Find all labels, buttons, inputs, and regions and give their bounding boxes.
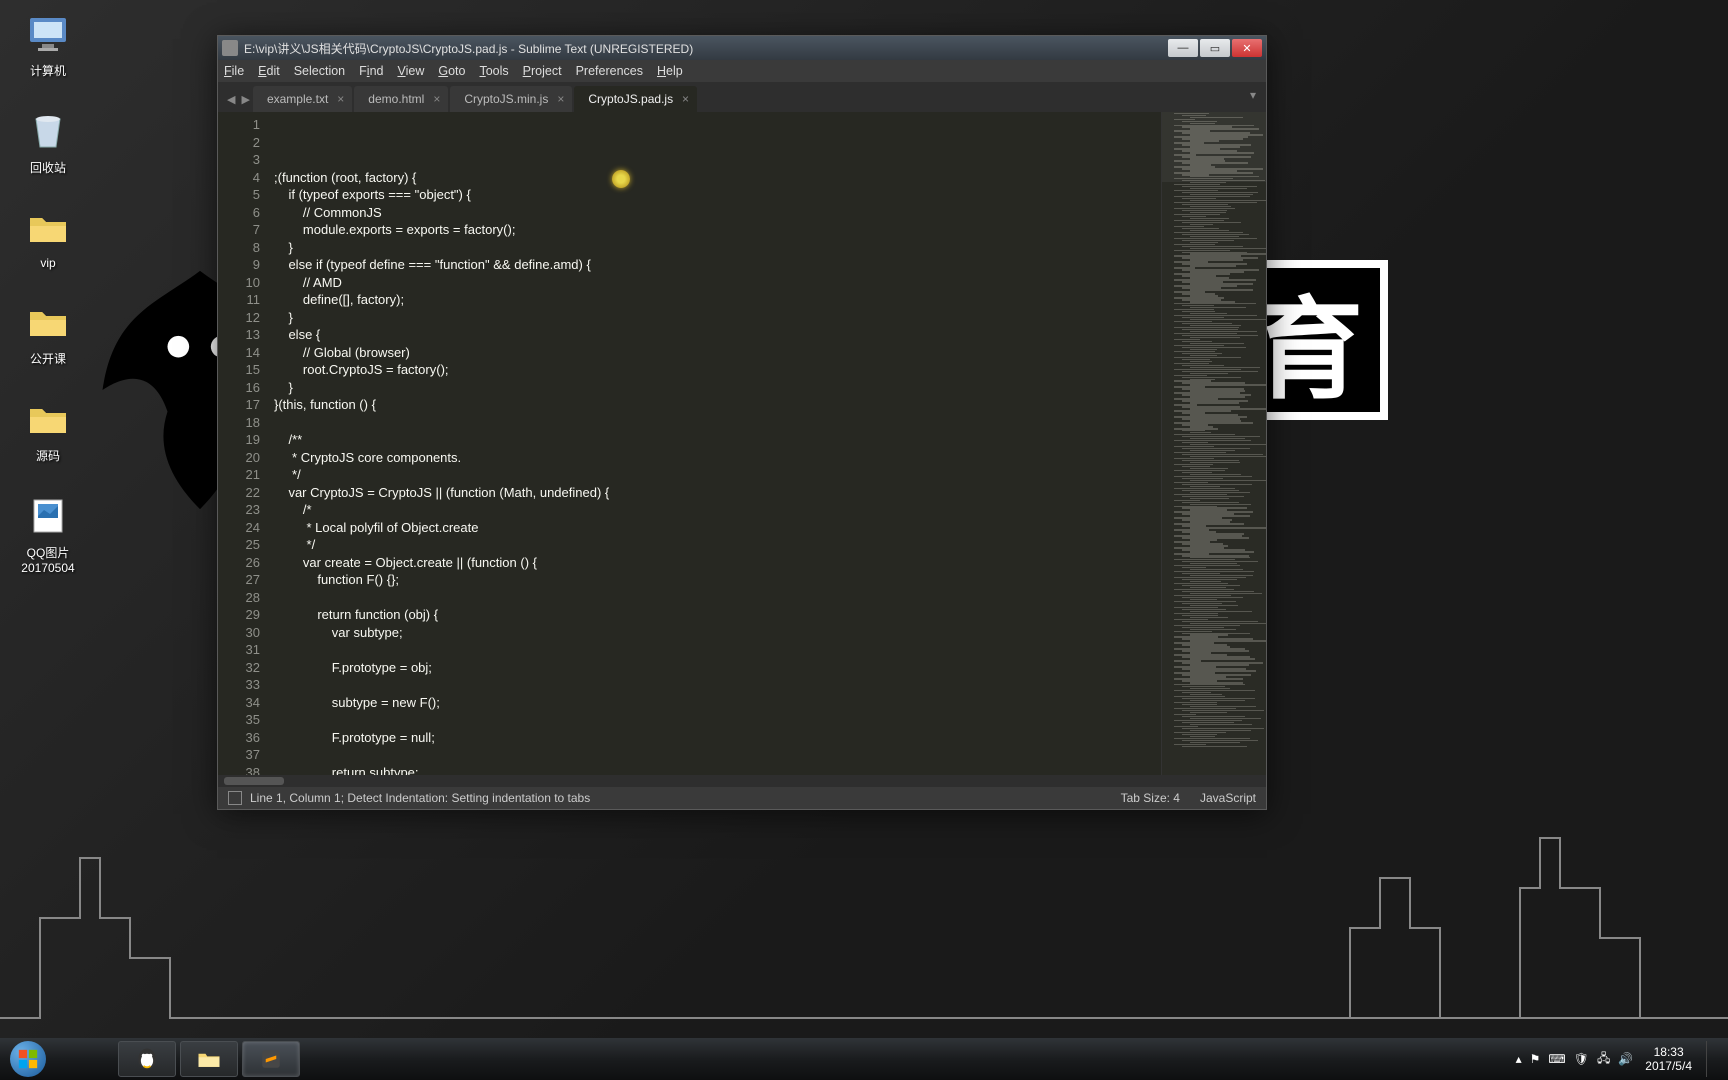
- windows-logo-icon: [10, 1041, 46, 1077]
- tray-network-icon[interactable]: 🖧: [1597, 1049, 1610, 1070]
- menu-edit[interactable]: Edit: [258, 64, 280, 78]
- tab-demo[interactable]: demo.html ×: [354, 86, 448, 112]
- menu-tools[interactable]: Tools: [479, 64, 508, 78]
- status-icon[interactable]: [228, 791, 242, 805]
- horizontal-scrollbar[interactable]: [218, 775, 1266, 787]
- tray-date: 2017/5/4: [1645, 1059, 1692, 1073]
- code-area[interactable]: ;(function (root, factory) { if (typeof …: [274, 112, 1161, 775]
- desktop-icon-label: 源码: [8, 447, 88, 464]
- tray-input-icon[interactable]: ⌨: [1548, 1052, 1565, 1066]
- desktop-icon-recycle-bin[interactable]: 回收站: [8, 107, 88, 176]
- tab-nav-forward[interactable]: ▶: [241, 93, 249, 106]
- tab-close-icon[interactable]: ×: [682, 92, 689, 106]
- status-tabsize[interactable]: Tab Size: 4: [1121, 791, 1180, 805]
- tab-label: demo.html: [368, 92, 424, 106]
- system-tray: ▴ ⚑ ⌨ 🛡 🖧 🔊 18:33 2017/5/4: [1512, 1041, 1728, 1077]
- tray-show-hidden-icon[interactable]: ▴: [1516, 1052, 1522, 1066]
- maximize-button[interactable]: ▭: [1200, 39, 1230, 57]
- desktop-icon-label: QQ图片20170504: [8, 544, 88, 575]
- tray-shield-icon[interactable]: 🛡: [1574, 1052, 1589, 1066]
- tab-example[interactable]: example.txt ×: [253, 86, 352, 112]
- desktop-icon-label: 计算机: [8, 62, 88, 79]
- window-title: E:\vip\讲义\JS相关代码\CryptoJS\CryptoJS.pad.j…: [244, 40, 1166, 57]
- sublime-window: E:\vip\讲义\JS相关代码\CryptoJS\CryptoJS.pad.j…: [217, 35, 1267, 810]
- start-button[interactable]: [0, 1038, 56, 1080]
- taskbar-app-explorer[interactable]: [180, 1041, 238, 1077]
- tray-clock[interactable]: 18:33 2017/5/4: [1645, 1045, 1692, 1073]
- cursor-highlight-icon: [612, 170, 630, 188]
- status-left: Line 1, Column 1; Detect Indentation: Se…: [250, 791, 590, 805]
- tray-time: 18:33: [1645, 1045, 1692, 1059]
- tab-close-icon[interactable]: ×: [557, 92, 564, 106]
- tab-overflow-icon[interactable]: ▾: [1250, 88, 1256, 102]
- tab-close-icon[interactable]: ×: [433, 92, 440, 106]
- show-desktop-button[interactable]: [1706, 1041, 1722, 1077]
- tab-cryptojs-pad[interactable]: CryptoJS.pad.js ×: [574, 86, 697, 112]
- titlebar[interactable]: E:\vip\讲义\JS相关代码\CryptoJS\CryptoJS.pad.j…: [218, 36, 1266, 60]
- menu-file[interactable]: File: [224, 64, 244, 78]
- desktop-icon-file-qqimage[interactable]: QQ图片20170504: [8, 492, 88, 575]
- tab-bar: ◀ ▶ example.txt × demo.html × CryptoJS.min…: [218, 82, 1266, 112]
- minimap-viewport[interactable]: [1162, 112, 1266, 182]
- statusbar: Line 1, Column 1; Detect Indentation: Se…: [218, 787, 1266, 809]
- tab-label: example.txt: [267, 92, 328, 106]
- gutter: 1234567891011121314151617181920212223242…: [218, 112, 274, 775]
- editor: 1234567891011121314151617181920212223242…: [218, 112, 1266, 775]
- desktop-icon-folder-vip[interactable]: vip: [8, 204, 88, 270]
- menubar: File Edit Selection Find View Goto Tools…: [218, 60, 1266, 82]
- scrollbar-thumb[interactable]: [224, 777, 284, 785]
- desktop-icon-label: 公开课: [8, 350, 88, 367]
- menu-find[interactable]: Find: [359, 64, 383, 78]
- menu-project[interactable]: Project: [523, 64, 562, 78]
- tab-nav-back[interactable]: ◀: [227, 93, 235, 106]
- desktop-icon-folder-public[interactable]: 公开课: [8, 298, 88, 367]
- desktop-icons: 计算机 回收站 vip 公开课 源码 QQ图片20170504: [8, 10, 88, 603]
- status-language[interactable]: JavaScript: [1200, 791, 1256, 805]
- tray-volume-icon[interactable]: 🔊: [1618, 1052, 1633, 1066]
- menu-view[interactable]: View: [397, 64, 424, 78]
- menu-selection[interactable]: Selection: [294, 64, 345, 78]
- desktop-icon-folder-source[interactable]: 源码: [8, 395, 88, 464]
- desktop-icon-computer[interactable]: 计算机: [8, 10, 88, 79]
- minimap[interactable]: [1161, 112, 1266, 775]
- tab-close-icon[interactable]: ×: [337, 92, 344, 106]
- tab-cryptojs-min[interactable]: CryptoJS.min.js ×: [450, 86, 572, 112]
- tab-label: CryptoJS.min.js: [464, 92, 548, 106]
- menu-preferences[interactable]: Preferences: [576, 64, 643, 78]
- tab-label: CryptoJS.pad.js: [588, 92, 673, 106]
- tray-flag-icon[interactable]: ⚑: [1530, 1052, 1541, 1066]
- desktop-icon-label: 回收站: [8, 159, 88, 176]
- taskbar: ▴ ⚑ ⌨ 🛡 🖧 🔊 18:33 2017/5/4: [0, 1038, 1728, 1080]
- taskbar-app-qq[interactable]: [118, 1041, 176, 1077]
- menu-help[interactable]: Help: [657, 64, 683, 78]
- close-button[interactable]: ✕: [1232, 39, 1262, 57]
- desktop-icon-label: vip: [8, 256, 88, 270]
- app-icon: [222, 40, 238, 56]
- menu-goto[interactable]: Goto: [438, 64, 465, 78]
- minimize-button[interactable]: —: [1168, 39, 1198, 57]
- taskbar-app-sublime[interactable]: [242, 1041, 300, 1077]
